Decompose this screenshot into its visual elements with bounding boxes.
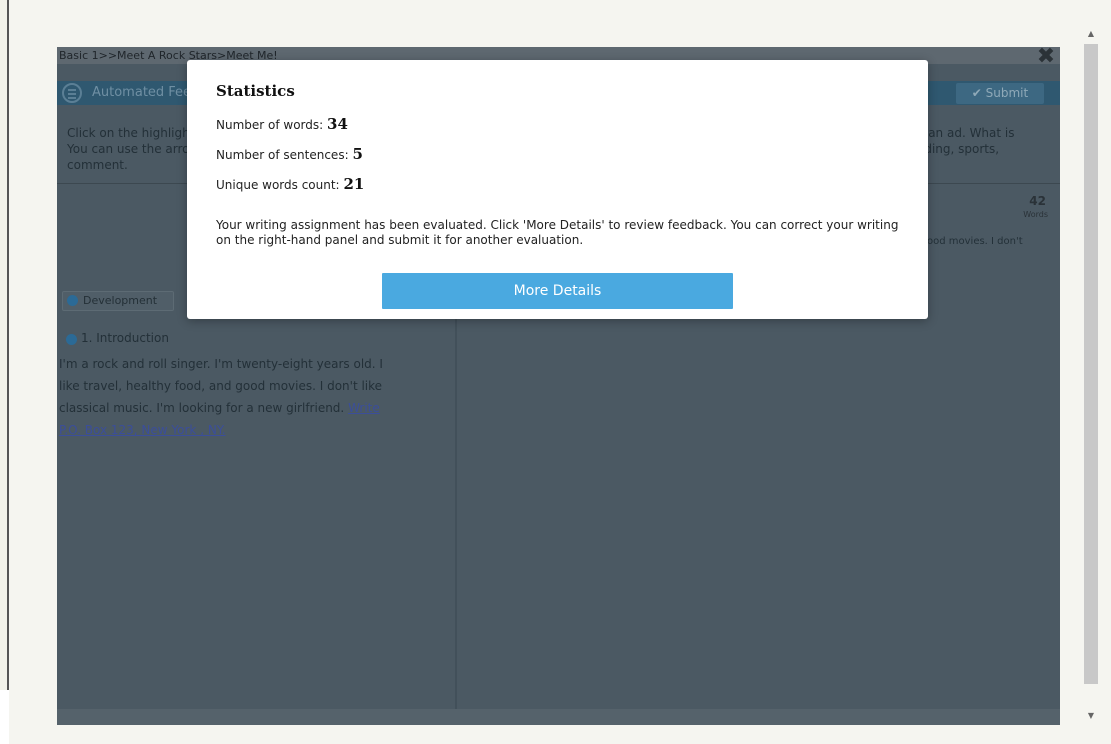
submit-button[interactable]: ✔ Submit	[956, 83, 1044, 104]
section-heading: 1. Introduction	[81, 331, 169, 345]
stat-unique-words: Unique words count: 21	[216, 175, 364, 193]
stat-value: 21	[343, 175, 365, 193]
highlighted-feedback-link[interactable]: P.O. Box 123, New York , NY.	[59, 423, 226, 437]
word-count-label: Words	[1023, 210, 1048, 219]
dialog-title: Statistics	[216, 82, 295, 100]
stat-value: 34	[327, 115, 348, 133]
page-left-edge-bottom	[0, 690, 9, 744]
scroll-up-arrow-icon[interactable]: ▲	[1083, 28, 1099, 40]
stat-value: 5	[352, 145, 363, 163]
stat-label: Number of sentences:	[216, 148, 349, 162]
instruction-line: ading, sports,	[917, 142, 1000, 156]
development-tag[interactable]: Development	[62, 291, 174, 311]
instructions-right: e an ad. What is ading, sports,	[917, 125, 1057, 157]
essay-line: I'm a rock and roll singer. I'm twenty-e…	[59, 357, 383, 371]
page-left-edge	[0, 0, 9, 744]
dialog-message: Your writing assignment has been evaluat…	[216, 218, 899, 247]
submit-label: Submit	[985, 86, 1029, 100]
page-scrollbar[interactable]: ▲ ▼	[1083, 28, 1099, 728]
statistics-dialog: Statistics Number of words: 34 Number of…	[187, 60, 928, 319]
highlighted-feedback-link[interactable]: Write	[348, 401, 380, 415]
development-tag-label: Development	[83, 294, 158, 307]
instruction-line: e an ad. What is	[917, 126, 1015, 140]
essay-line: like travel, healthy food, and good movi…	[59, 379, 383, 393]
more-details-button[interactable]: More Details	[382, 273, 733, 309]
stat-sentences: Number of sentences: 5	[216, 145, 363, 163]
word-count: 42	[1029, 194, 1046, 208]
close-icon[interactable]: ✖	[1036, 46, 1056, 69]
info-dot-icon	[67, 295, 78, 306]
stat-words: Number of words: 34	[216, 115, 348, 133]
section-dot-icon	[66, 334, 77, 345]
essay-line: classical music. I'm looking for a new g…	[59, 397, 454, 419]
scroll-down-arrow-icon[interactable]: ▼	[1083, 710, 1099, 722]
stat-label: Unique words count:	[216, 178, 340, 192]
essay-editor-text[interactable]: ood movies. I don't	[927, 236, 1023, 247]
check-icon: ✔	[971, 86, 986, 100]
essay-line: P.O. Box 123, New York , NY.	[59, 419, 454, 441]
panel-footer	[57, 709, 1060, 725]
menu-icon[interactable]	[62, 83, 82, 103]
essay-text-segment: classical music. I'm looking for a new g…	[59, 401, 349, 415]
essay-text: I'm a rock and roll singer. I'm twenty-e…	[59, 353, 454, 441]
stat-label: Number of words:	[216, 118, 324, 132]
scrollbar-thumb[interactable]	[1084, 44, 1098, 684]
